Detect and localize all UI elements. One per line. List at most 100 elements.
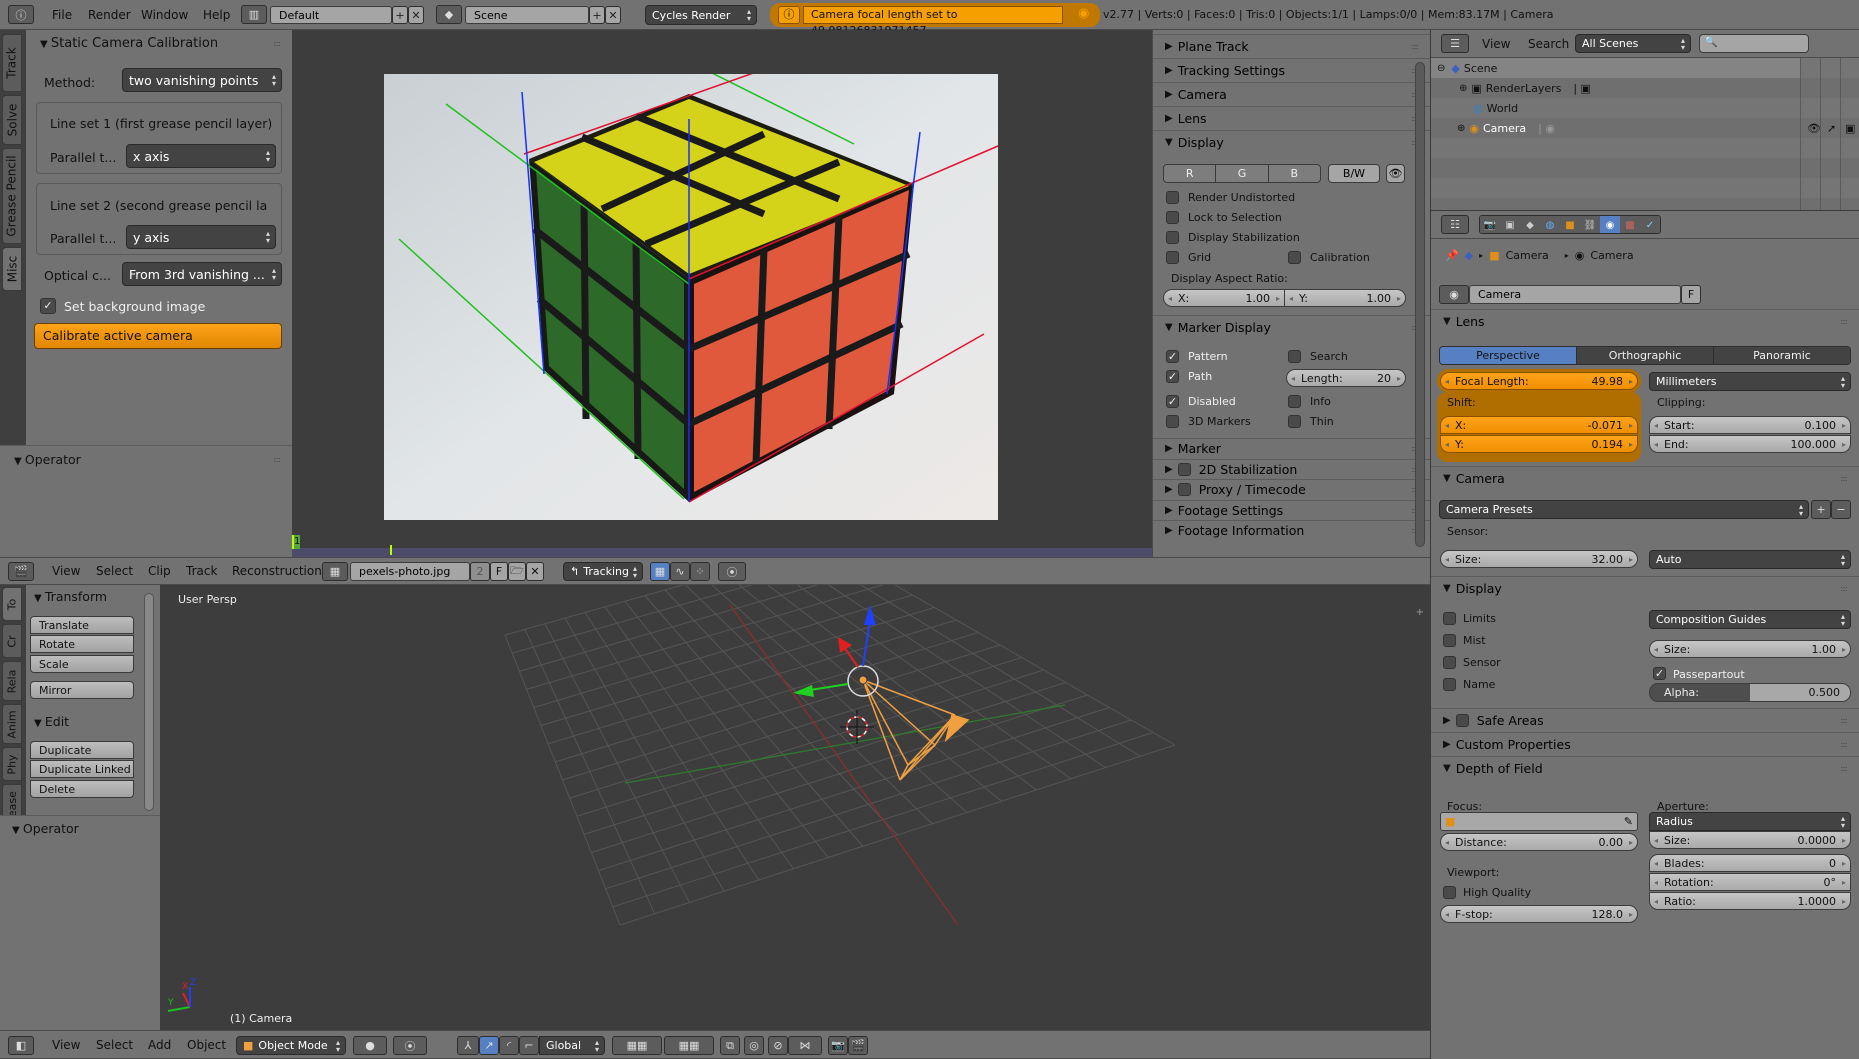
optical-center-select[interactable]: From 3rd vanishing ... ▴ ▾: [122, 262, 282, 286]
tab-misc[interactable]: Misc: [2, 247, 22, 291]
mist-checkbox[interactable]: [1443, 634, 1456, 647]
black-white-button[interactable]: B/W: [1328, 164, 1380, 183]
name-checkbox[interactable]: [1443, 678, 1456, 691]
properties-scrollbar[interactable]: [1415, 62, 1425, 547]
path-length-field[interactable]: Length: 20: [1286, 369, 1406, 387]
editor-type-clip-button[interactable]: 🎬: [8, 562, 34, 581]
panel-marker-display-header[interactable]: ▼Marker Display::::: [1153, 315, 1430, 339]
panel-display-header[interactable]: ▼ Display::::: [1431, 576, 1859, 600]
snap-element-icon[interactable]: ⋈: [788, 1036, 822, 1055]
menu-view[interactable]: View: [52, 558, 80, 584]
world-tab-icon[interactable]: ◍: [1540, 216, 1560, 233]
current-frame-indicator[interactable]: 1: [292, 535, 300, 549]
delete-scene-button[interactable]: ✕: [605, 6, 621, 24]
drag-grip-icon[interactable]: ::::: [1840, 584, 1848, 593]
editor-type-properties-button[interactable]: ☷: [1441, 215, 1469, 234]
menu-help[interactable]: Help: [203, 0, 230, 29]
line-set-2-axis-select[interactable]: y axis ▴ ▾: [126, 225, 276, 249]
panel-safe-areas-header[interactable]: ▶ Safe Areas::::: [1431, 708, 1859, 732]
panel-enable-checkbox[interactable]: [1177, 462, 1191, 476]
outliner-row-scene[interactable]: ⊖ ◆ Scene: [1431, 58, 1801, 78]
menu-track[interactable]: Track: [186, 558, 217, 584]
viewport-shading-select[interactable]: ●: [353, 1036, 387, 1055]
ratio-field[interactable]: Ratio: 1.0000: [1649, 892, 1851, 910]
aperture-type-select[interactable]: Radius ▴ ▾: [1649, 812, 1851, 831]
eyedropper-icon[interactable]: ✎: [1624, 815, 1633, 828]
rotate-button[interactable]: Rotate: [30, 635, 134, 653]
layers-group-1[interactable]: ▦▦: [612, 1036, 662, 1055]
eye-icon[interactable]: 👁: [1386, 164, 1405, 183]
interaction-mode-select[interactable]: ■ Object Mode ▴ ▾: [236, 1036, 346, 1055]
panel-footage-information-header[interactable]: ▶Footage Information::::: [1153, 520, 1430, 540]
pivot-icon[interactable]: ⦿: [718, 562, 746, 581]
rotation-field[interactable]: Rotation: 0°: [1649, 873, 1851, 891]
outliner-row-camera[interactable]: ⊕ ◉ Camera | ◉ 👁 ➚ ▣: [1431, 118, 1859, 138]
mirror-button[interactable]: Mirror: [30, 681, 134, 699]
editor-type-outliner-button[interactable]: ☰: [1441, 34, 1469, 53]
path-checkbox[interactable]: ✓: [1166, 370, 1179, 383]
selectable-cursor-icon[interactable]: ➚: [1827, 122, 1836, 135]
panel-enable-checkbox[interactable]: [1177, 483, 1191, 496]
high-quality-checkbox[interactable]: [1443, 886, 1456, 899]
set-background-checkbox[interactable]: ✓: [40, 298, 56, 314]
dopesheet-view-toggle[interactable]: ⁘: [690, 562, 710, 581]
menu-view[interactable]: View: [52, 1031, 80, 1058]
outliner-row-renderlayers[interactable]: ⊕ ▣ RenderLayers | ▣: [1431, 78, 1591, 98]
renderable-camera-icon[interactable]: ▣: [1845, 122, 1855, 135]
camera-fake-user-button[interactable]: F: [1681, 285, 1701, 304]
screen-layout-icon[interactable]: ▥: [241, 5, 267, 24]
manipulator-y-arrow[interactable]: [793, 685, 814, 697]
shelf-scrollbar[interactable]: [144, 593, 154, 811]
duplicate-linked-button[interactable]: Duplicate Linked: [30, 760, 134, 778]
snap-toggle-icon[interactable]: ⊘: [768, 1036, 788, 1055]
expand-icon[interactable]: ⊕: [1457, 123, 1465, 134]
channel-r-button[interactable]: R: [1164, 165, 1217, 182]
display-size-field[interactable]: Size: 1.00: [1649, 640, 1851, 658]
scale-manipulator-icon[interactable]: ⌐: [519, 1036, 539, 1055]
view3d-viewport[interactable]: User Persp X Y Z (1) Camera +: [160, 585, 1430, 1030]
physics-tab-icon[interactable]: ✓: [1640, 216, 1660, 233]
outliner-menu-view[interactable]: View: [1482, 30, 1510, 57]
render-tab-icon[interactable]: 📷: [1480, 216, 1500, 233]
calibration-checkbox[interactable]: [1288, 251, 1301, 264]
render-layers-tab-icon[interactable]: ▣: [1500, 216, 1520, 233]
add-scene-button[interactable]: +: [589, 6, 605, 24]
tab-track[interactable]: Track: [2, 34, 22, 92]
shelf-tab-to[interactable]: To: [2, 587, 22, 621]
menu-add[interactable]: Add: [148, 1031, 171, 1058]
drag-grip-icon[interactable]: ::::: [1840, 716, 1848, 725]
alpha-slider[interactable]: Alpha: 0.500: [1649, 683, 1851, 702]
camera-presets-select[interactable]: Camera Presets ▴ ▾: [1439, 500, 1809, 519]
menu-object[interactable]: Object: [187, 1031, 226, 1058]
drag-grip-icon[interactable]: ::::: [273, 455, 281, 464]
panel-camera-header[interactable]: ▶Camera::::: [1153, 82, 1430, 106]
shelf-tab-anim[interactable]: Anim: [2, 704, 22, 744]
expand-icon[interactable]: ⊕: [1459, 83, 1467, 94]
composition-guides-select[interactable]: Composition Guides ▴ ▾: [1649, 610, 1851, 629]
region-toggle-plus[interactable]: +: [1416, 607, 1424, 618]
render-undistorted-checkbox[interactable]: [1166, 191, 1179, 204]
clip-start-field[interactable]: Start: 0.100: [1649, 416, 1851, 434]
transform-header[interactable]: ▼ Transform: [34, 589, 107, 604]
render-engine-select[interactable]: Cycles Render ▴ ▾: [645, 5, 757, 25]
layers-group-2[interactable]: ▦▦: [664, 1036, 714, 1055]
shift-y-field[interactable]: Y: 0.194: [1440, 435, 1638, 453]
camera-datablock-browse[interactable]: ◉: [1439, 285, 1469, 304]
grid-checkbox[interactable]: [1166, 251, 1179, 264]
object-tab-icon[interactable]: ■: [1560, 216, 1580, 233]
drag-grip-icon[interactable]: ::::: [1411, 42, 1419, 51]
manipulator-z-axis[interactable]: [862, 619, 871, 667]
collapse-icon[interactable]: ⊖: [1437, 63, 1445, 74]
outliner-row-world[interactable]: ◍ World: [1431, 98, 1518, 118]
shift-x-field[interactable]: X: -0.071: [1440, 416, 1638, 434]
drag-grip-icon[interactable]: ::::: [1840, 317, 1848, 326]
menu-reconstruction[interactable]: Reconstruction: [232, 558, 322, 584]
camera-datablock-name[interactable]: Camera: [1469, 285, 1681, 304]
clip-end-field[interactable]: End: 100.000: [1649, 435, 1851, 453]
menu-file[interactable]: File: [52, 0, 72, 29]
channel-g-button[interactable]: G: [1216, 165, 1269, 182]
translate-manipulator-icon[interactable]: ↗: [479, 1036, 499, 1055]
panel-camera-header[interactable]: ▼ Camera::::: [1431, 466, 1859, 490]
screen-layout-field[interactable]: Default: [270, 6, 392, 24]
panel-lens-header[interactable]: ▼ Lens::::: [1431, 309, 1859, 333]
